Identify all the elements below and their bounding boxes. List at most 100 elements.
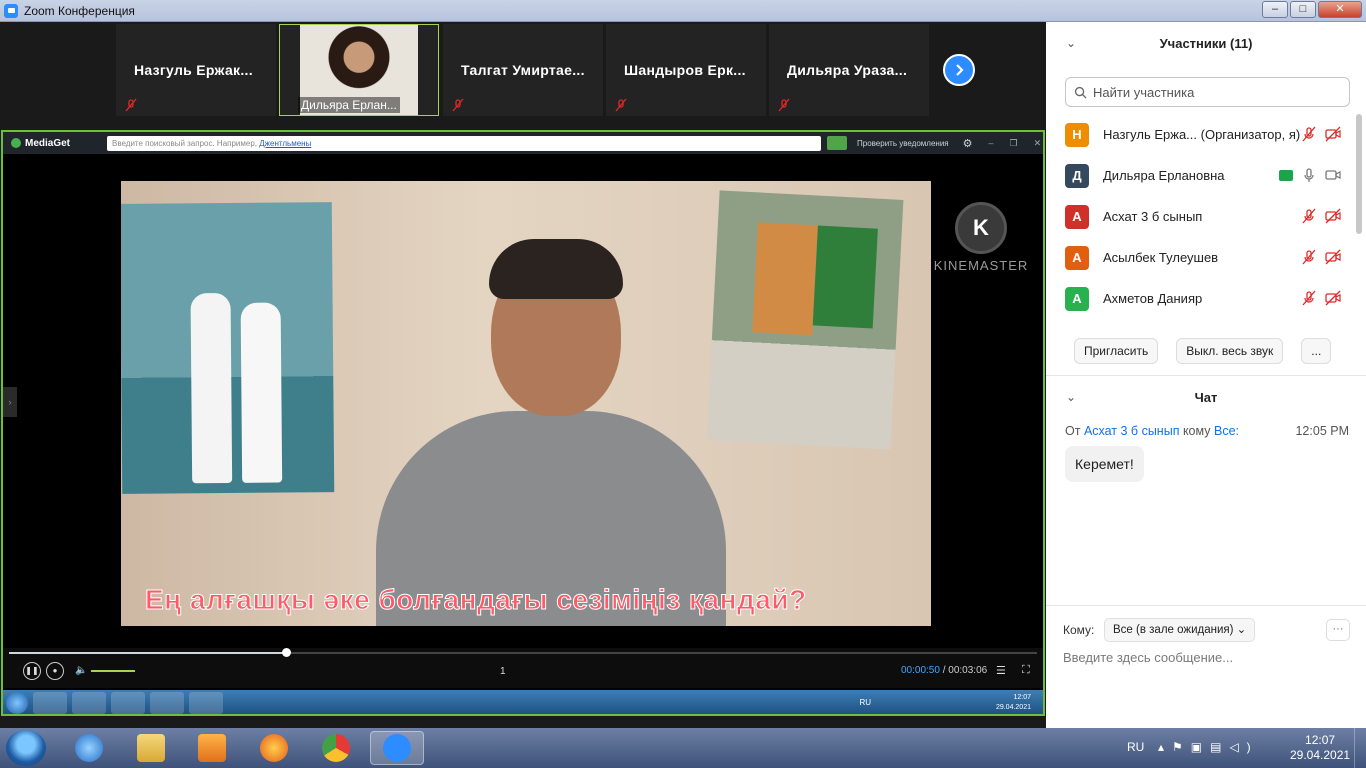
mediaget-minimize-icon[interactable]: – [989, 138, 994, 148]
participant-name: Дильяра Ерлановна [1103, 168, 1225, 183]
mic-muted-icon[interactable] [1301, 208, 1317, 224]
taskbar-ie-icon[interactable] [62, 731, 116, 765]
video-off-icon[interactable] [1325, 290, 1341, 306]
video-off-icon[interactable] [1325, 126, 1341, 142]
system-tray-icons[interactable]: ▴⚑▣▤◁) [1158, 740, 1259, 754]
minimize-button[interactable]: – [1262, 1, 1288, 18]
zoom-app-icon [4, 3, 18, 18]
window-title: Zoom Конференция [24, 3, 135, 18]
tile-name: Назгуль Ержак... [134, 62, 253, 78]
mic-muted-icon[interactable] [1301, 249, 1317, 265]
shared-screen[interactable]: MediaGet Введите поисковый запрос. Напри… [1, 130, 1045, 716]
participant-search-input[interactable]: Найти участника [1065, 77, 1350, 107]
taskbar-media-icon[interactable] [185, 731, 239, 765]
participant-list: Н Назгуль Ержа... (Организатор, я) Д Дильяр… [1065, 114, 1353, 319]
check-notifications-link[interactable]: Проверить уведомления [857, 139, 949, 148]
shared-start-icon [6, 692, 28, 714]
mediaget-search-input[interactable]: Введите поисковый запрос. Например, Джен… [107, 135, 821, 151]
chat-title: Чат [1194, 390, 1218, 405]
video-caption: Ең алғашқы әке болғандағы сезіміңіз қанд… [145, 584, 807, 616]
side-panel-handle[interactable]: › [3, 387, 17, 417]
participant-row[interactable]: А Ахметов Данияр [1065, 278, 1353, 319]
gear-icon[interactable]: ⚙ [963, 137, 973, 150]
shared-taskbar: RU 12:07 29.04.2021 [3, 690, 1043, 714]
mic-muted-icon[interactable] [1301, 290, 1317, 306]
participant-row[interactable]: Н Назгуль Ержа... (Организатор, я) [1065, 114, 1353, 155]
video-off-icon[interactable] [1325, 249, 1341, 265]
chevron-right-icon [956, 64, 964, 76]
stop-button[interactable]: ● [46, 662, 64, 680]
seek-knob[interactable] [281, 648, 291, 657]
side-panel: ⌄ Участники (11) Найти участника Н Назгул… [1046, 22, 1366, 728]
chat-input[interactable]: Введите здесь сообщение... [1063, 650, 1233, 665]
chevron-down-icon: ⌄ [1236, 624, 1247, 636]
video-icon[interactable] [1325, 167, 1341, 183]
taskbar-clock[interactable]: 12:07 29.04.2021 [1290, 733, 1350, 763]
shared-date: 29.04.2021 [995, 704, 1031, 711]
kinemaster-watermark: K KINEMASTER [931, 202, 1031, 273]
shared-time: 12:07 [1013, 694, 1031, 701]
participant-row[interactable]: Д Дильяра Ерлановна [1065, 155, 1353, 196]
avatar: Н [1065, 122, 1089, 147]
mediaget-maximize-icon[interactable]: ❐ [1010, 138, 1018, 149]
participant-list-scrollbar[interactable] [1356, 114, 1362, 234]
kinemaster-text: KINEMASTER [933, 258, 1029, 273]
mic-muted-icon[interactable] [1301, 126, 1317, 142]
video-tile[interactable]: Талгат Умиртае... [443, 24, 603, 116]
window-titlebar: Zoom Конференция – □ ✕ [0, 0, 1366, 22]
time-total: 00:03:06 [948, 665, 988, 676]
start-button[interactable] [6, 730, 46, 766]
avatar: А [1065, 286, 1089, 311]
search-go-button[interactable] [827, 136, 847, 150]
volume-icon[interactable]: 🔈 [75, 665, 87, 676]
seek-bar[interactable] [9, 648, 1037, 657]
participant-row[interactable]: А Асылбек Тулеушев [1065, 237, 1353, 278]
close-button[interactable]: ✕ [1318, 1, 1362, 18]
video-inset-photo-right [706, 190, 904, 450]
avatar: А [1065, 204, 1089, 229]
invite-button[interactable]: Пригласить [1074, 338, 1159, 364]
next-page-button[interactable] [943, 54, 975, 86]
maximize-button[interactable]: □ [1290, 1, 1316, 18]
search-example-link[interactable]: Джентльмены [259, 139, 311, 148]
video-tile[interactable]: Дильяра Ураза... [769, 24, 929, 116]
participant-row[interactable]: А Асхат 3 б сынып [1065, 196, 1353, 237]
video-figure [812, 225, 878, 329]
sender-name[interactable]: Асхат 3 б сынып [1084, 424, 1180, 438]
playback-time: 00:00:50 / 00:03:06 [901, 665, 988, 676]
video-tile-active-speaker[interactable]: Дильяра Ерлан... [279, 24, 439, 116]
playlist-icon[interactable]: ☰ [996, 664, 1006, 677]
participant-name: Ахметов Данияр [1103, 291, 1203, 306]
shared-app-disc-icon [111, 692, 145, 714]
recipient-select[interactable]: Все (в зале ожидания) ⌄ [1104, 618, 1256, 642]
tile-name: Дильяра Ураза... [787, 62, 908, 78]
mic-icon[interactable] [1301, 167, 1317, 183]
tile-name: Шандыров Ерк... [624, 62, 746, 78]
video-off-icon[interactable] [1325, 208, 1341, 224]
pause-button[interactable]: ❚❚ [23, 662, 41, 680]
time-current: 00:00:50 [901, 665, 940, 676]
chat-more-button[interactable]: ··· [1326, 619, 1350, 641]
search-icon [1074, 86, 1087, 99]
mediaget-close-icon[interactable]: ✕ [1034, 138, 1042, 149]
taskbar-firefox-icon[interactable] [247, 731, 301, 765]
fullscreen-icon[interactable]: ⛶ [1022, 664, 1030, 677]
message-time: 12:05 PM [1295, 424, 1349, 438]
taskbar-chrome-icon[interactable] [309, 731, 363, 765]
participant-name: Асылбек Тулеушев [1103, 250, 1219, 265]
video-figure [489, 239, 623, 299]
taskbar-explorer-icon[interactable] [124, 731, 178, 765]
video-tile[interactable]: Назгуль Ержак... [116, 24, 276, 116]
participant-name: Асхат 3 б сынып [1103, 209, 1203, 224]
mediaget-logo-icon [11, 138, 21, 148]
avatar: Д [1065, 163, 1089, 188]
video-inset-photo-left [121, 202, 335, 494]
volume-slider[interactable] [91, 670, 135, 672]
taskbar-zoom-icon[interactable] [370, 731, 424, 765]
to-prefix: Кому: [1063, 623, 1095, 637]
more-options-button[interactable]: ... [1301, 338, 1332, 364]
mute-all-button[interactable]: Выкл. весь звук [1176, 338, 1284, 364]
video-tile[interactable]: Шандыров Ерк... [606, 24, 766, 116]
show-desktop-button[interactable] [1354, 728, 1366, 768]
language-indicator[interactable]: RU [1127, 740, 1144, 754]
